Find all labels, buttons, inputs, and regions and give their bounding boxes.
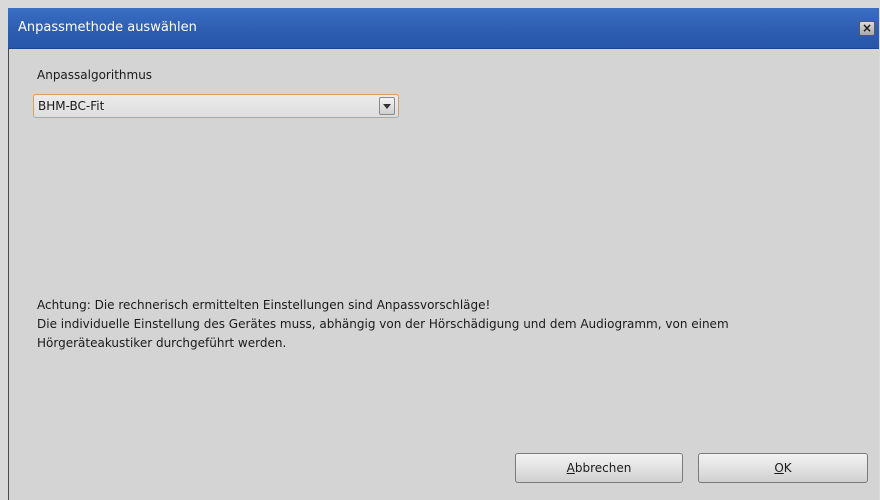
cancel-label: bbrechen	[574, 461, 632, 475]
algorithm-select[interactable]: BHM-BC-Fit	[33, 94, 399, 118]
close-button[interactable]: ×	[859, 21, 875, 36]
algorithm-label: Anpassalgorithmus	[37, 68, 153, 82]
notice-line-1: Achtung: Die rechnerisch ermittelten Ein…	[37, 298, 491, 312]
cancel-button[interactable]: Abbrechen	[515, 453, 683, 483]
close-icon: ×	[861, 21, 873, 35]
cancel-mnemonic: A	[566, 461, 575, 475]
dropdown-button[interactable]	[379, 97, 395, 115]
dialog-content: Anpassalgorithmus BHM-BC-Fit Achtung: Di…	[8, 49, 879, 500]
ok-mnemonic: O	[774, 461, 784, 475]
dialog-window: Anpassmethode auswählen × Anpassalgorith…	[0, 0, 880, 500]
dialog-title: Anpassmethode auswählen	[18, 20, 197, 35]
algorithm-selected-value: BHM-BC-Fit	[38, 99, 105, 113]
notice-line-2: Die individuelle Einstellung des Gerätes…	[37, 317, 729, 331]
title-bar[interactable]: Anpassmethode auswählen ×	[8, 8, 879, 49]
ok-button[interactable]: OK	[698, 453, 868, 483]
notice-line-3: Hörgeräteakustiker durchgeführt werden.	[37, 336, 287, 350]
chevron-down-icon	[383, 104, 391, 109]
ok-label: K	[783, 461, 792, 475]
fitting-notice: Achtung: Die rechnerisch ermittelten Ein…	[37, 296, 857, 353]
